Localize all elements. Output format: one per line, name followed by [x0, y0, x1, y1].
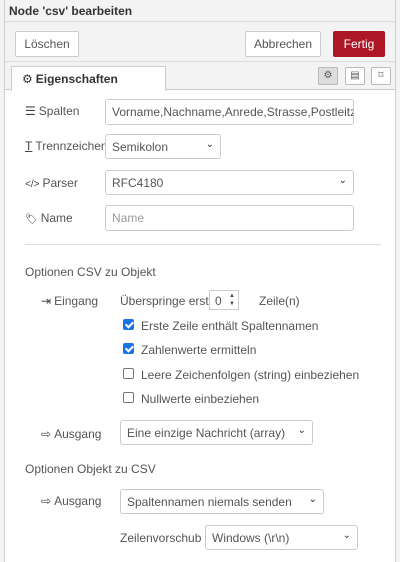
null-values-label: Nullwerte einbeziehen: [141, 392, 260, 406]
code-icon: </>: [25, 179, 40, 190]
text-icon: T: [25, 139, 33, 153]
tab-bar: ⚙ Eigenschaften ⚙ ▤ ⌑: [5, 62, 395, 91]
chevron-down-icon: ⌄: [342, 530, 351, 541]
skip-lines-prefix: Überspringe erste: [120, 294, 216, 308]
done-button[interactable]: Fertig: [333, 31, 385, 57]
sign-in-icon: ⇥: [41, 294, 52, 308]
csv-output-label: ⇨ Ausgang: [41, 494, 102, 508]
header-row-checkbox[interactable]: [123, 319, 134, 330]
tray-title: Node 'csv' bearbeiten: [5, 0, 395, 22]
edit-tray: Node 'csv' bearbeiten Löschen Abbrechen …: [4, 0, 396, 562]
tray-toolbar: Löschen Abbrechen Fertig: [5, 22, 395, 62]
section-divider: [25, 244, 381, 245]
description-tab-button[interactable]: ▤: [345, 67, 365, 85]
chevron-down-icon: ⌄: [205, 139, 214, 150]
list-icon: ☰: [25, 104, 36, 118]
parser-select[interactable]: RFC4180 ⌄: [105, 170, 354, 195]
separator-label: T Trennzeichen: [25, 139, 108, 153]
tag-icon: 🏷: [25, 214, 38, 225]
parse-numbers-label: Zahlenwerte ermitteln: [141, 343, 257, 357]
line-ending-label: Zeilenvorschub: [120, 531, 202, 545]
sign-out-icon: ⇨: [41, 427, 52, 441]
gear-icon: ⚙: [22, 72, 33, 86]
name-input[interactable]: Name: [105, 205, 354, 231]
caret-down-icon[interactable]: ▼: [229, 301, 235, 307]
cancel-button[interactable]: Abbrechen: [245, 31, 321, 57]
columns-input[interactable]: Vorname,Nachname,Anrede,Strasse,Postleit…: [105, 99, 354, 125]
chevron-down-icon: ⌄: [338, 175, 347, 186]
skip-lines-suffix: Zeile(n): [259, 294, 300, 308]
sign-out-icon: ⇨: [41, 494, 52, 508]
tab-properties-label: Eigenschaften: [35, 72, 118, 86]
null-values-checkbox[interactable]: [123, 392, 134, 403]
caret-up-icon[interactable]: ▲: [229, 293, 235, 299]
empty-strings-label: Leere Zeichenfolgen (string) einbeziehen: [141, 368, 360, 382]
skip-lines-value: 0: [215, 294, 222, 308]
skip-lines-stepper[interactable]: 0 ▲ ▼: [209, 290, 239, 310]
chevron-down-icon: ⌄: [308, 494, 317, 505]
chevron-down-icon: ⌄: [297, 425, 306, 436]
delete-button[interactable]: Löschen: [15, 31, 79, 57]
csv-to-object-heading: Optionen CSV zu Objekt: [25, 265, 156, 279]
output-label: ⇨ Ausgang: [41, 427, 102, 441]
tab-properties[interactable]: ⚙ Eigenschaften: [11, 66, 166, 91]
parse-numbers-checkbox[interactable]: [123, 343, 134, 354]
separator-select[interactable]: Semikolon ⌄: [105, 134, 221, 159]
csv-output-select[interactable]: Spaltennamen niemals senden ⌄: [120, 489, 324, 514]
empty-strings-checkbox[interactable]: [123, 368, 134, 379]
settings-tab-button[interactable]: ⚙: [318, 67, 338, 85]
appearance-tab-button[interactable]: ⌑: [371, 67, 391, 85]
columns-label: ☰ Spalten: [25, 104, 80, 118]
line-ending-select[interactable]: Windows (\r\n) ⌄: [205, 525, 358, 550]
parser-label: </> Parser: [25, 176, 78, 190]
object-to-csv-heading: Optionen Objekt zu CSV: [25, 462, 156, 476]
output-select[interactable]: Eine einzige Nachricht (array) ⌄: [120, 420, 313, 445]
header-row-label: Erste Zeile enthält Spaltennamen: [141, 319, 319, 333]
name-label: 🏷 Name: [25, 211, 73, 225]
input-label: ⇥ Eingang: [41, 294, 99, 308]
